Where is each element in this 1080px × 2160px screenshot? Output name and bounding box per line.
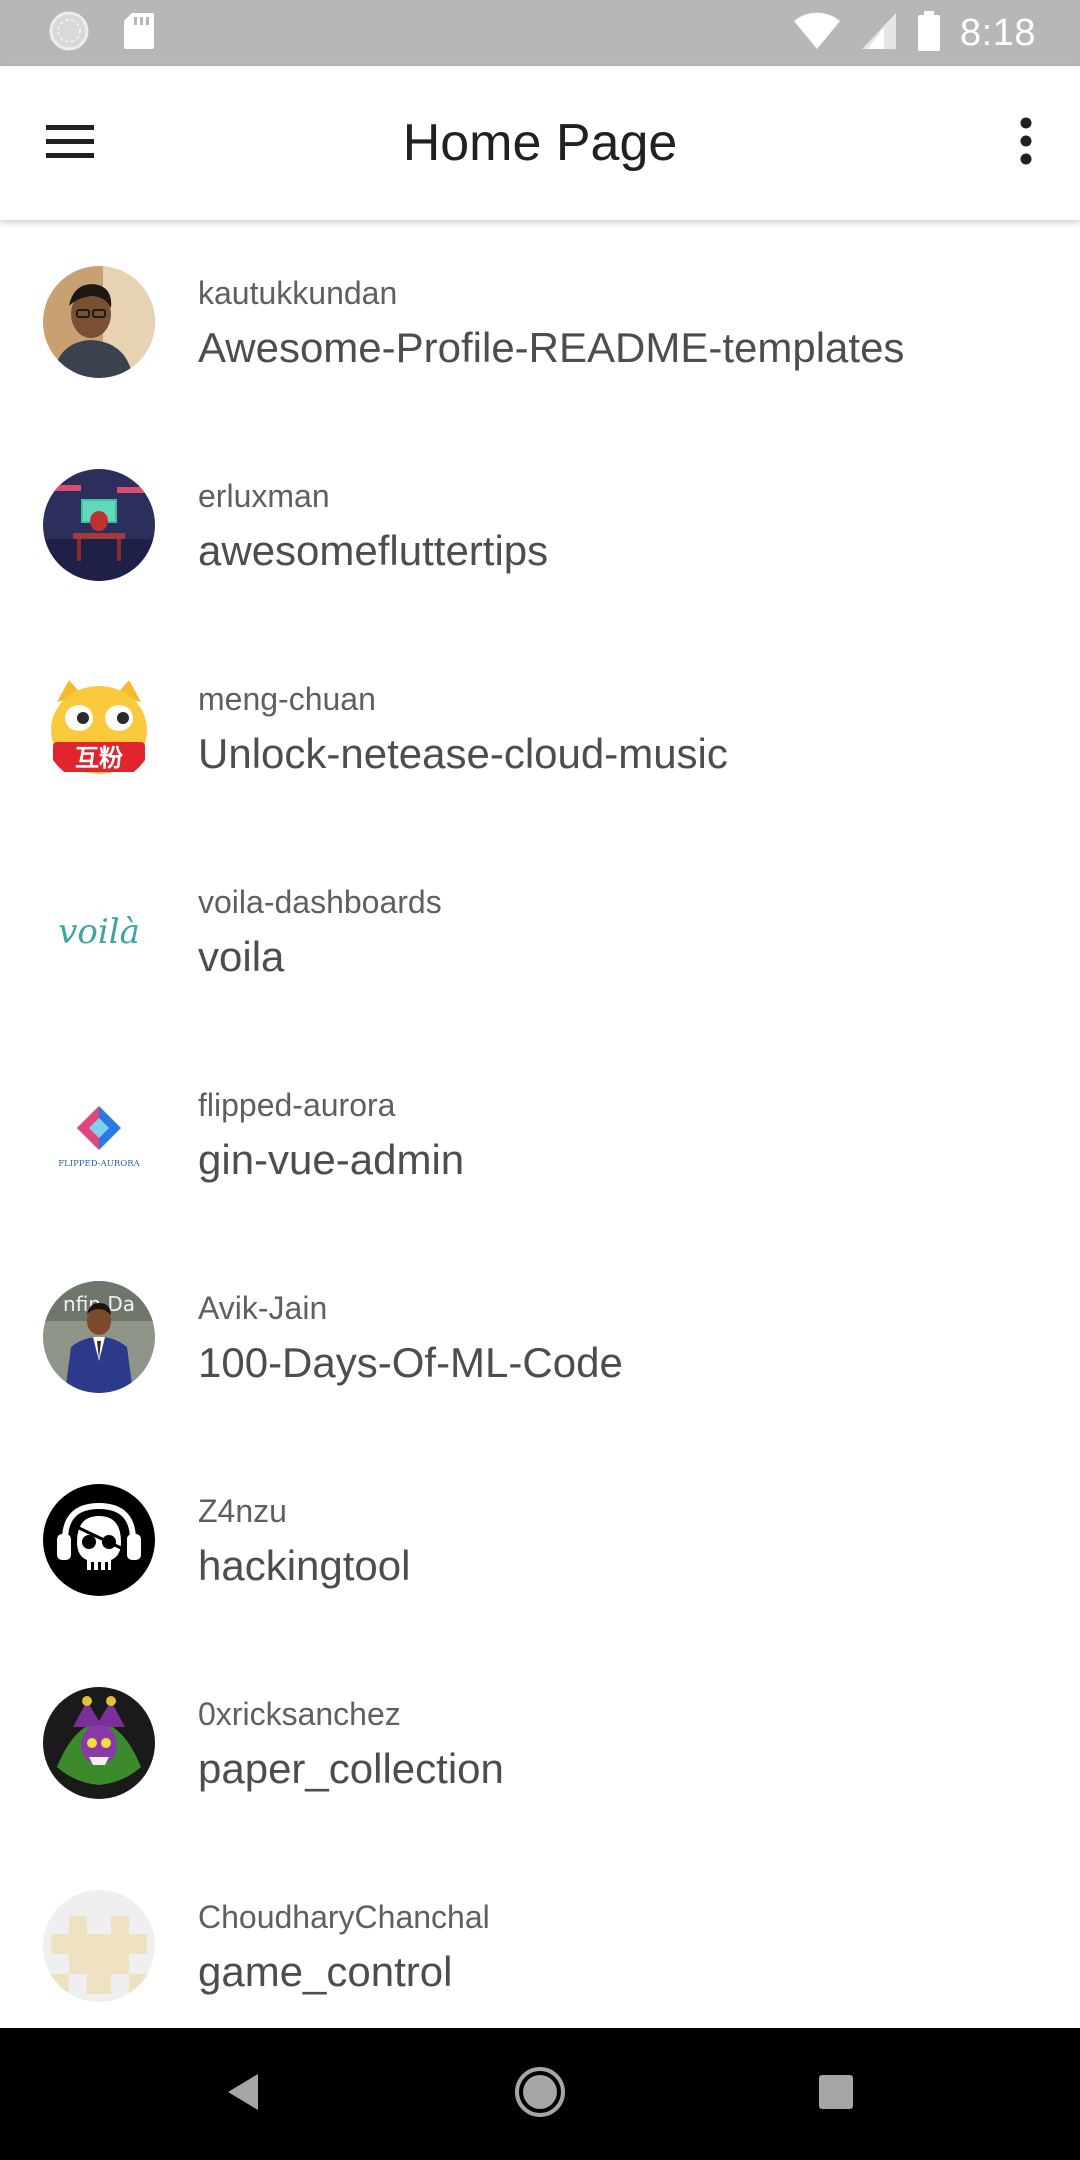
repo-owner: ChoudharyChanchal bbox=[198, 1899, 490, 1935]
repo-name: Unlock-netease-cloud-music bbox=[198, 730, 728, 777]
voila-logo-avatar: voilà bbox=[43, 875, 155, 987]
recents-icon bbox=[816, 2072, 856, 2117]
repo-owner: flipped-aurora bbox=[198, 1087, 396, 1123]
repo-name: game_control bbox=[198, 1948, 453, 1995]
repo-owner: Z4nzu bbox=[198, 1493, 287, 1529]
repo-name: 100-Days-Of-ML-Code bbox=[198, 1339, 623, 1386]
repo-list: kautukkundan Awesome-Profile-README-temp… bbox=[0, 220, 1080, 2028]
repo-text: erluxman awesomefluttertips bbox=[198, 477, 548, 577]
repo-text: kautukkundan Awesome-Profile-README-temp… bbox=[198, 274, 904, 374]
list-item[interactable]: Z4nzu hackingtool bbox=[0, 1438, 1080, 1641]
repo-name: paper_collection bbox=[198, 1745, 504, 1792]
back-button[interactable] bbox=[206, 2058, 278, 2130]
flipped-aurora-logo-avatar: FLIPPED-AURORA bbox=[43, 1078, 155, 1190]
repo-name: hackingtool bbox=[198, 1542, 411, 1589]
emoji-dog-avatar: 互粉 bbox=[43, 672, 155, 784]
repo-owner: 0xricksanchez bbox=[198, 1696, 401, 1732]
desk-scene-avatar bbox=[43, 469, 155, 581]
repo-owner: kautukkundan bbox=[198, 275, 398, 311]
more-vert-icon bbox=[1018, 117, 1034, 170]
flipped-aurora-logo-text: FLIPPED-AURORA bbox=[58, 1159, 140, 1169]
pirate-skull-avatar bbox=[43, 1484, 155, 1596]
repo-owner: Avik-Jain bbox=[198, 1290, 328, 1326]
identicon-avatar bbox=[43, 1890, 155, 2002]
list-item[interactable]: voilà voila-dashboards voila bbox=[0, 829, 1080, 1032]
list-item[interactable]: FLIPPED-AURORA flipped-aurora gin-vue-ad… bbox=[0, 1032, 1080, 1235]
repo-text: voila-dashboards voila bbox=[198, 883, 442, 983]
list-item[interactable]: kautukkundan Awesome-Profile-README-temp… bbox=[0, 220, 1080, 423]
repo-name: Awesome-Profile-README-templates bbox=[198, 324, 905, 371]
repo-text: meng-chuan Unlock-netease-cloud-music bbox=[198, 680, 728, 780]
battery-icon bbox=[916, 10, 942, 57]
page-title: Home Page bbox=[402, 114, 678, 172]
repo-text: ChoudharyChanchal game_control bbox=[198, 1898, 490, 1998]
status-time: 8:18 bbox=[960, 11, 1036, 54]
repo-name: awesomefluttertips bbox=[198, 527, 549, 574]
list-item[interactable]: 0xricksanchez paper_collection bbox=[0, 1641, 1080, 1844]
back-icon bbox=[222, 2070, 262, 2119]
repo-text: flipped-aurora gin-vue-admin bbox=[198, 1086, 464, 1186]
portrait-avatar bbox=[43, 266, 155, 378]
list-item[interactable]: erluxman awesomefluttertips bbox=[0, 423, 1080, 626]
repo-name: gin-vue-admin bbox=[198, 1136, 465, 1183]
sync-icon bbox=[48, 10, 90, 57]
sd-card-icon bbox=[122, 11, 156, 56]
app-bar: Home Page bbox=[0, 66, 1080, 220]
repo-owner: meng-chuan bbox=[198, 681, 376, 717]
suit-portrait-avatar: nfin Da bbox=[43, 1281, 155, 1393]
screen: 8:18 Home Page kautukkundan Awesome-Prof… bbox=[0, 0, 1080, 2160]
home-icon bbox=[512, 2064, 568, 2125]
repo-name: voila bbox=[198, 933, 285, 980]
recents-button[interactable] bbox=[800, 2058, 872, 2130]
list-item[interactable]: 互粉 meng-chuan Unlock-netease-cloud-music bbox=[0, 626, 1080, 829]
jester-skull-avatar bbox=[43, 1687, 155, 1799]
repo-owner: erluxman bbox=[198, 478, 330, 514]
list-item[interactable]: ChoudharyChanchal game_control bbox=[0, 1844, 1080, 2028]
list-item[interactable]: nfin Da Avik-Jain 100-Days-Of-ML-Code bbox=[0, 1235, 1080, 1438]
home-button[interactable] bbox=[504, 2058, 576, 2130]
repo-text: Avik-Jain 100-Days-Of-ML-Code bbox=[198, 1289, 623, 1389]
status-bar: 8:18 bbox=[0, 0, 1080, 66]
more-options-button[interactable] bbox=[994, 111, 1058, 175]
cell-signal-icon bbox=[860, 11, 898, 56]
repo-text: Z4nzu hackingtool bbox=[198, 1492, 410, 1592]
repo-text: 0xricksanchez paper_collection bbox=[198, 1695, 504, 1795]
voila-logo-text: voilà bbox=[58, 912, 140, 952]
navigation-bar bbox=[0, 2028, 1080, 2160]
repo-owner: voila-dashboards bbox=[198, 884, 442, 920]
avatar-badge-text: 互粉 bbox=[75, 744, 123, 772]
wifi-icon bbox=[792, 11, 842, 56]
